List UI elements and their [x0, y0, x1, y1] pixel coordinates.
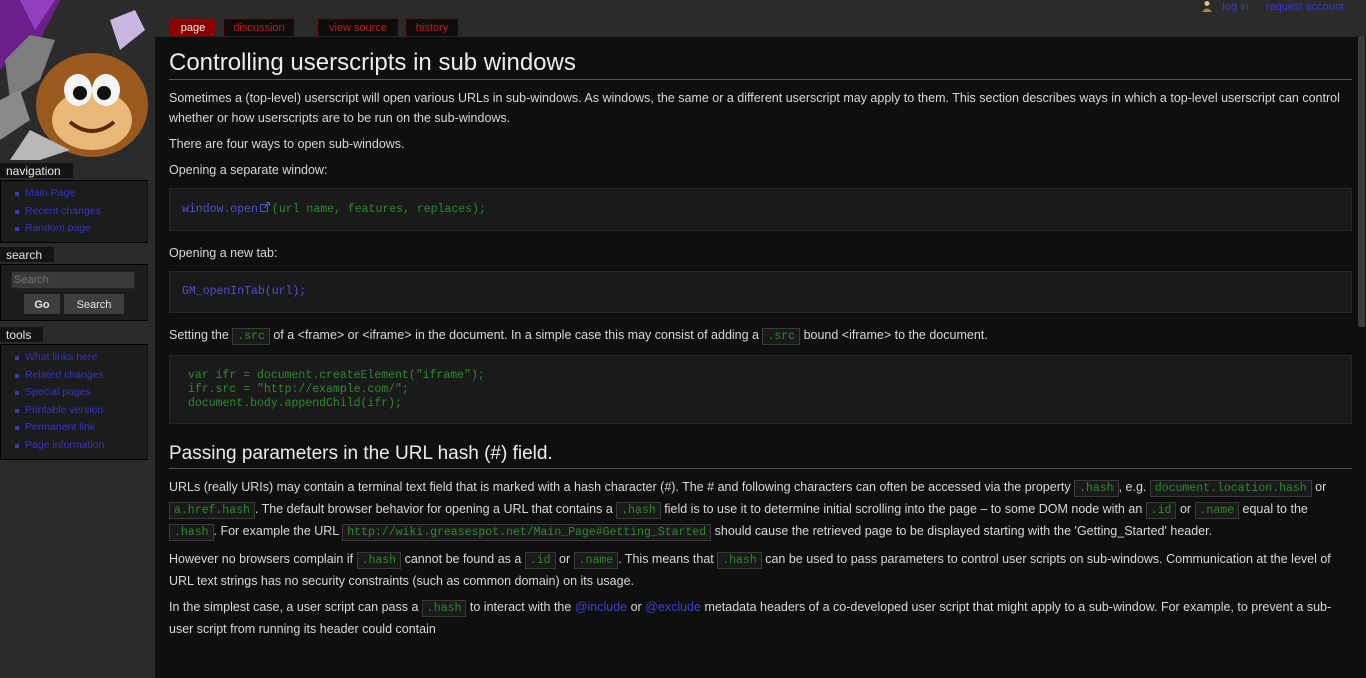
navigation-heading: navigation [0, 163, 73, 178]
request-account-link[interactable]: request account [1266, 1, 1344, 13]
tab-page[interactable]: page [170, 19, 216, 36]
inline-code: .hash [421, 600, 467, 617]
inline-code: .src [762, 328, 801, 345]
sidebar-item-page-information[interactable]: Page information [15, 437, 143, 455]
exclude-link[interactable]: @exclude [645, 600, 701, 614]
go-button[interactable]: Go [23, 293, 61, 315]
sidebar-item-special-pages[interactable]: Special pages [15, 384, 143, 402]
separate-window-label: Opening a separate window: [169, 163, 328, 177]
inline-code: .src [232, 328, 270, 345]
search-input[interactable] [11, 271, 135, 289]
sidebar-item-related-changes[interactable]: Related changes [15, 367, 143, 385]
tab-view-source[interactable]: view source [318, 19, 398, 36]
search-portlet: search GoSearch [0, 246, 148, 321]
hash-paragraph-3: In the simplest case, a user script can … [169, 600, 1332, 636]
intro-paragraph: Sometimes a (top-level) userscript will … [169, 91, 1340, 125]
code-block-iframe: var ifr = document.createElement("iframe… [169, 355, 1352, 424]
sidebar-item-permanent-link[interactable]: Permanent link [15, 419, 143, 437]
tab-discussion[interactable]: discussion [224, 19, 294, 36]
code-line: var ifr = document.createElement("iframe… [188, 369, 485, 382]
sidebar-item-main-page[interactable]: Main Page [15, 185, 143, 203]
sidebar-item-printable-version[interactable]: Printable version [15, 402, 143, 420]
hash-paragraph-2: However no browsers complain if .hash ca… [169, 552, 1331, 588]
include-link[interactable]: @include [575, 600, 627, 614]
inline-code: .hash [169, 524, 214, 541]
tab-history[interactable]: history [406, 19, 458, 36]
tools-portlet: tools What links here Related changes Sp… [0, 326, 148, 460]
section-heading: Passing parameters in the URL hash (#) f… [169, 442, 1352, 469]
code-block-new-tab: GM_openInTab(url); [169, 271, 1352, 313]
site-logo[interactable] [0, 0, 155, 160]
user-icon [1202, 1, 1213, 12]
sidebar-item-random-page[interactable]: Random page [15, 220, 143, 238]
inline-code: .id [1145, 502, 1177, 519]
external-link-icon [259, 202, 270, 212]
gm-openintab-code[interactable]: GM_openInTab(url); [182, 285, 306, 298]
inline-code-url: http://wiki.greasespot.net/Main_Page#Get… [342, 524, 712, 541]
code-block-window-open: window.open (url name, features, replaces… [169, 188, 1352, 231]
search-button[interactable]: Search [63, 293, 125, 315]
code-line: ifr.src = "http://example.com/"; [188, 383, 409, 396]
personal-tools: log in request account [1201, 0, 1344, 14]
inline-code: .name [1194, 502, 1240, 519]
inline-code: .hash [1074, 480, 1119, 497]
inline-code: document.location.hash [1149, 480, 1312, 497]
search-heading: search [0, 247, 55, 262]
new-tab-label: Opening a new tab: [169, 246, 278, 260]
code-line: document.body.appendChild(ifr); [188, 397, 402, 410]
inline-code: .hash [356, 552, 402, 569]
navigation-portlet: navigation Main Page Recent changes Rand… [0, 162, 148, 243]
inline-code: .hash [616, 502, 661, 519]
scrollbar-thumb[interactable] [1358, 36, 1365, 327]
tools-heading: tools [0, 327, 44, 342]
inline-code: .name [573, 552, 619, 569]
sidebar-item-what-links-here[interactable]: What links here [15, 349, 143, 367]
setting-src-paragraph: Setting the .src of a <frame> or <iframe… [169, 328, 988, 345]
four-ways-paragraph: There are four ways to open sub-windows. [169, 137, 405, 151]
window-open-args: (url name, features, replaces); [271, 203, 486, 216]
login-link[interactable]: log in [1222, 1, 1248, 13]
main-content: Controlling userscripts in sub windows S… [155, 36, 1366, 678]
inline-code: .hash [717, 552, 762, 569]
hash-paragraph-1: URLs (really URIs) may contain a termina… [169, 480, 1327, 541]
page-title: Controlling userscripts in sub windows [169, 49, 1352, 80]
inline-code: .id [524, 552, 556, 569]
inline-code: a.href.hash [169, 502, 255, 519]
window-open-link[interactable]: window.open [182, 203, 258, 216]
sidebar-item-recent-changes[interactable]: Recent changes [15, 203, 143, 221]
